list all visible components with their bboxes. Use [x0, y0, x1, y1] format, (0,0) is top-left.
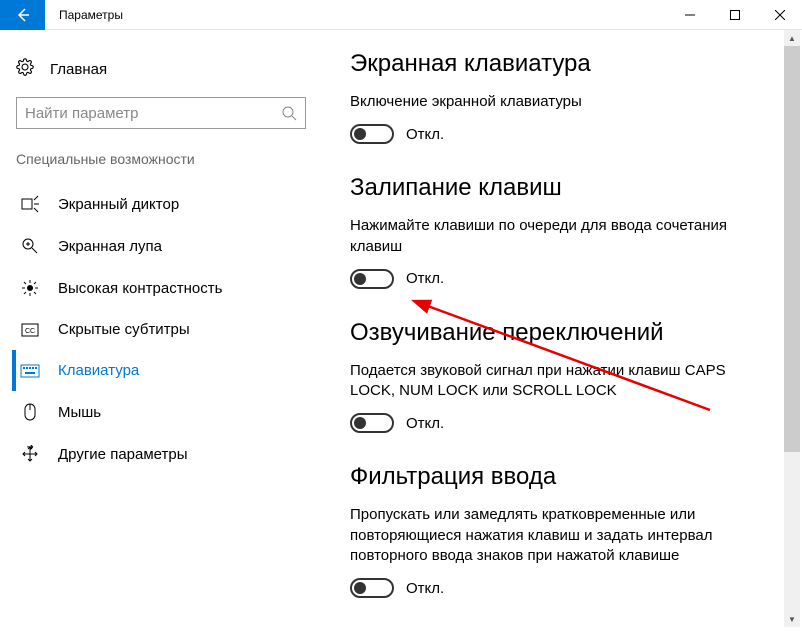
section-heading-toggle-keys: Озвучивание переключений [350, 319, 772, 347]
search-box[interactable] [16, 97, 306, 129]
toggle-sticky-keys[interactable] [350, 269, 394, 289]
maximize-icon [730, 10, 740, 20]
search-icon [281, 105, 297, 121]
sidebar-item-keyboard[interactable]: Клавиатура [12, 350, 304, 391]
section-label: Специальные возможности [16, 151, 304, 167]
narrator-icon [20, 195, 40, 213]
sidebar: Главная Специальные возможности Экранный… [0, 30, 320, 631]
sidebar-item-label: Другие параметры [58, 446, 188, 463]
other-icon [20, 445, 40, 463]
title-bar: Параметры [0, 0, 802, 30]
back-button[interactable] [0, 0, 45, 30]
window-controls [667, 0, 802, 30]
arrow-left-icon [15, 7, 31, 23]
scrollbar-up-button[interactable]: ▲ [784, 30, 800, 46]
captions-icon: CC [20, 323, 40, 337]
sidebar-item-mouse[interactable]: Мышь [12, 391, 304, 433]
toggle-onscreen-keyboard[interactable] [350, 124, 394, 144]
contrast-icon [20, 279, 40, 297]
sidebar-item-label: Экранный диктор [58, 196, 179, 213]
sidebar-item-label: Скрытые субтитры [58, 321, 190, 338]
search-input[interactable] [25, 105, 281, 122]
mouse-icon [20, 403, 40, 421]
sidebar-item-label: Клавиатура [58, 362, 139, 379]
sidebar-item-label: Мышь [58, 404, 101, 421]
toggle-toggle-keys[interactable] [350, 413, 394, 433]
minimize-button[interactable] [667, 0, 712, 30]
home-label: Главная [50, 61, 107, 78]
scrollbar-thumb[interactable] [784, 32, 800, 452]
sidebar-item-magnifier[interactable]: Экранная лупа [12, 225, 304, 267]
sidebar-item-contrast[interactable]: Высокая контрастность [12, 267, 304, 309]
section-desc: Подается звуковой сигнал при нажатии кла… [350, 361, 750, 402]
close-icon [775, 10, 785, 20]
sidebar-item-other[interactable]: Другие параметры [12, 433, 304, 475]
sidebar-item-narrator[interactable]: Экранный диктор [12, 183, 304, 225]
sidebar-item-label: Экранная лупа [58, 238, 162, 255]
sidebar-item-label: Высокая контрастность [58, 280, 222, 297]
home-button[interactable]: Главная [16, 50, 304, 97]
close-button[interactable] [757, 0, 802, 30]
section-heading-filter-keys: Фильтрация ввода [350, 463, 772, 491]
scrollbar-down-button[interactable]: ▼ [784, 611, 800, 627]
minimize-icon [685, 10, 695, 20]
toggle-state-label: Откл. [406, 126, 444, 143]
window-title: Параметры [59, 8, 123, 22]
section-desc: Пропускать или замедлять кратковременные… [350, 505, 750, 566]
svg-text:CC: CC [25, 328, 35, 335]
content-area: Экранная клавиатура Включение экранной к… [320, 30, 802, 631]
keyboard-icon [20, 364, 40, 378]
toggle-state-label: Откл. [406, 415, 444, 432]
section-desc: Включение экранной клавиатуры [350, 92, 750, 112]
magnifier-icon [20, 237, 40, 255]
maximize-button[interactable] [712, 0, 757, 30]
toggle-state-label: Откл. [406, 580, 444, 597]
gear-icon [16, 58, 34, 81]
section-desc: Нажимайте клавиши по очереди для ввода с… [350, 216, 750, 257]
section-heading-sticky-keys: Залипание клавиш [350, 174, 772, 202]
toggle-filter-keys[interactable] [350, 578, 394, 598]
toggle-state-label: Откл. [406, 270, 444, 287]
sidebar-item-captions[interactable]: CC Скрытые субтитры [12, 309, 304, 350]
section-heading-onscreen-keyboard: Экранная клавиатура [350, 50, 772, 78]
